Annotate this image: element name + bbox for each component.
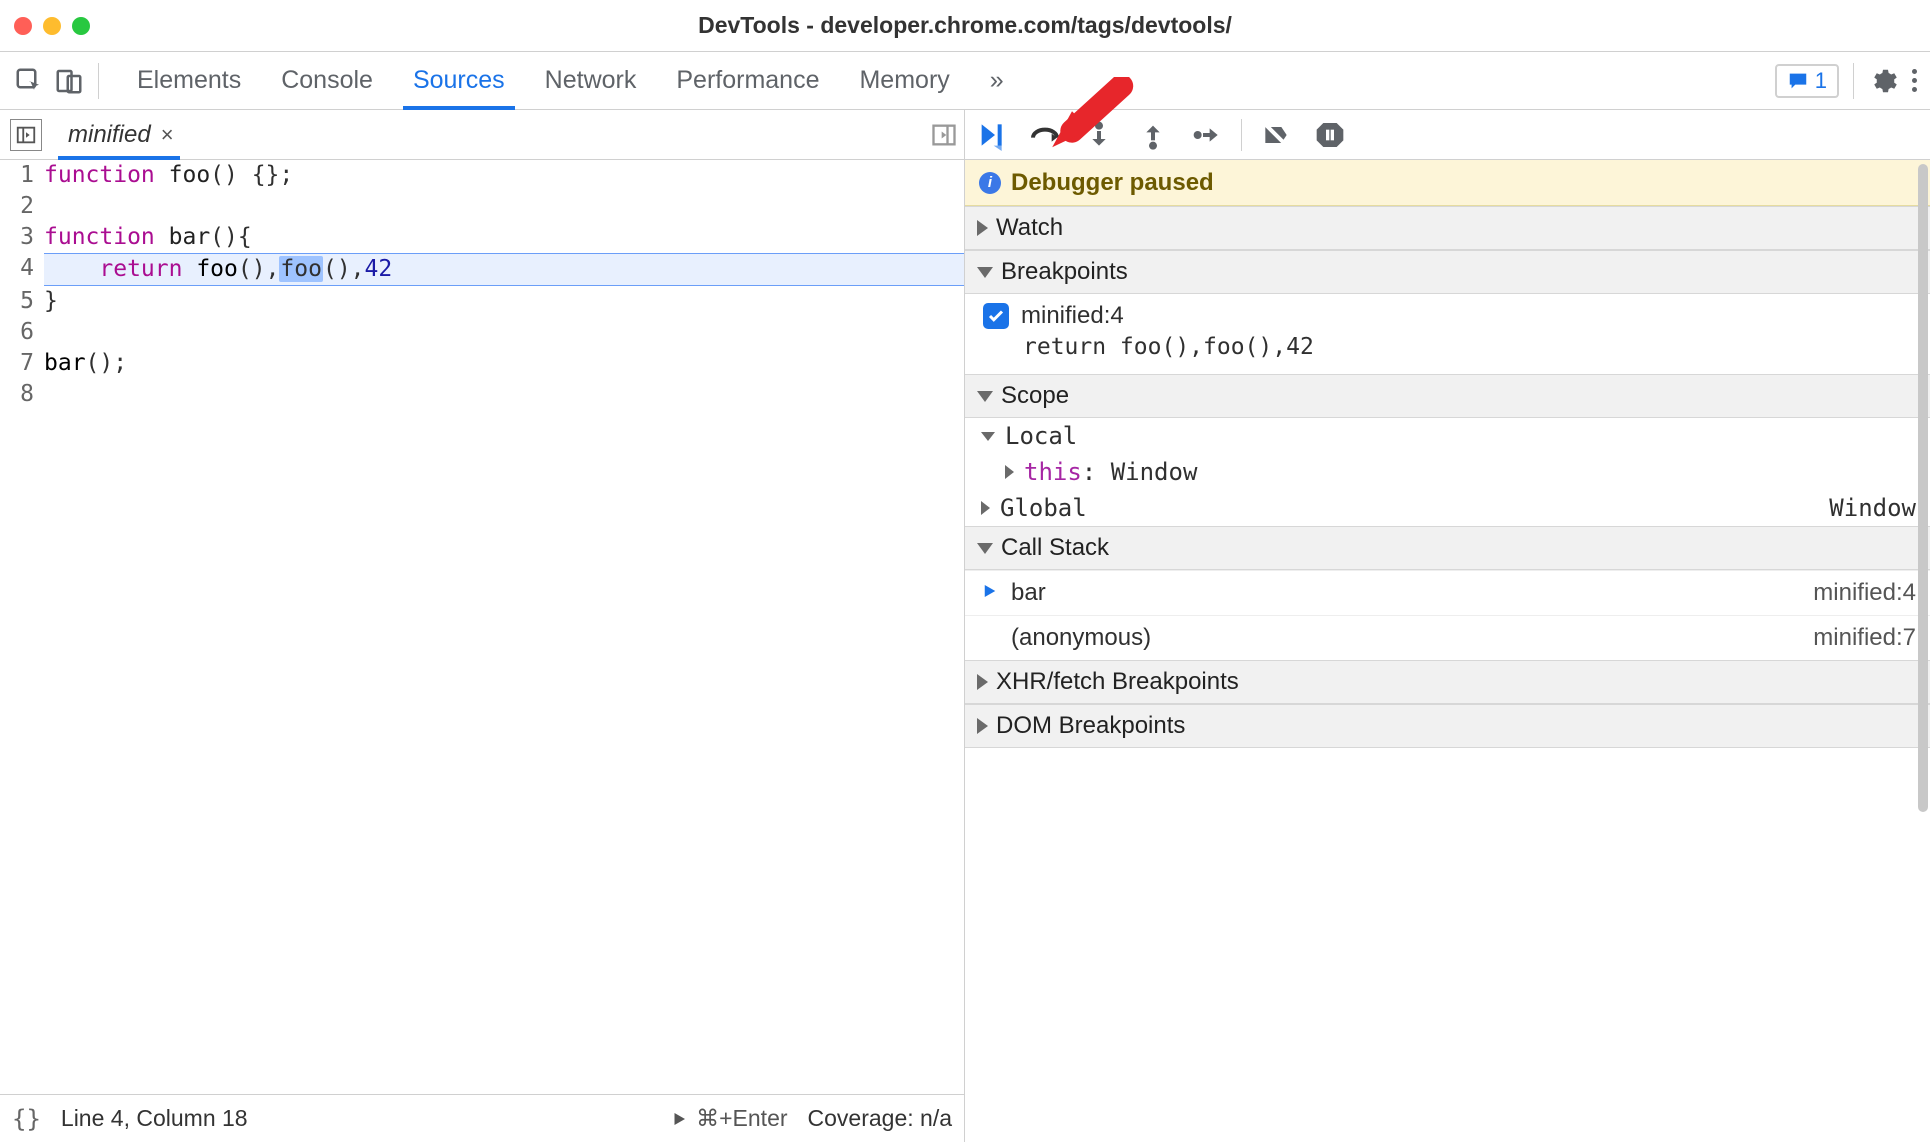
tab-network[interactable]: Network xyxy=(525,52,657,109)
watch-pane-header[interactable]: Watch xyxy=(965,206,1930,250)
resume-script-icon[interactable] xyxy=(975,119,1007,151)
scope-pane-body: Local this: Window Global Window xyxy=(965,418,1930,526)
file-tab-label: minified xyxy=(68,121,151,149)
separator xyxy=(1853,63,1854,99)
breakpoints-pane-header[interactable]: Breakpoints xyxy=(965,250,1930,294)
panel-tabs: Elements Console Sources Network Perform… xyxy=(117,52,1024,109)
xhr-title: XHR/fetch Breakpoints xyxy=(996,668,1239,696)
tab-console[interactable]: Console xyxy=(261,52,393,109)
run-play-icon[interactable]: ⌘+Enter xyxy=(670,1105,787,1132)
window-titlebar: DevTools - developer.chrome.com/tags/dev… xyxy=(0,0,1930,52)
main-area: minified × 1function foo() {};23function… xyxy=(0,110,1930,1142)
debugger-paused-banner: i Debugger paused xyxy=(965,160,1930,206)
breakpoint-code: return foo(),foo(),42 xyxy=(983,330,1916,366)
chevron-down-icon xyxy=(981,432,995,441)
more-menu-icon[interactable] xyxy=(1908,69,1920,92)
breakpoints-title: Breakpoints xyxy=(1001,258,1128,286)
editor-statusbar: {} Line 4, Column 18 ⌘+Enter Coverage: n… xyxy=(0,1094,964,1142)
callstack-frame[interactable]: (anonymous)minified:7 xyxy=(965,615,1930,660)
window-title: DevTools - developer.chrome.com/tags/dev… xyxy=(0,12,1930,39)
scope-title: Scope xyxy=(1001,382,1069,410)
scope-local-label: Local xyxy=(1005,422,1077,450)
traffic-lights xyxy=(14,17,90,35)
scrollbar[interactable] xyxy=(1916,160,1930,1142)
tab-performance[interactable]: Performance xyxy=(656,52,839,109)
navigator-toggle-icon[interactable] xyxy=(10,119,42,151)
scope-this-label: this xyxy=(1024,458,1082,486)
pause-on-exceptions-icon[interactable] xyxy=(1314,119,1346,151)
pretty-print-icon[interactable]: {} xyxy=(12,1105,41,1133)
debugger-panes: Watch Breakpoints minified:4 return foo(… xyxy=(965,206,1930,1142)
callstack-pane-body: barminified:4(anonymous)minified:7 xyxy=(965,570,1930,660)
deactivate-breakpoints-icon[interactable] xyxy=(1260,119,1292,151)
chevron-down-icon xyxy=(977,391,993,402)
info-icon: i xyxy=(979,172,1001,194)
debugger-column: i Debugger paused Watch Breakpoints mini… xyxy=(965,110,1930,1142)
scope-this-value: Window xyxy=(1111,458,1198,486)
coverage-label: Coverage: n/a xyxy=(808,1105,952,1132)
dom-title: DOM Breakpoints xyxy=(996,712,1185,740)
close-tab-icon[interactable]: × xyxy=(161,122,174,148)
callstack-pane-header[interactable]: Call Stack xyxy=(965,526,1930,570)
chevron-down-icon xyxy=(977,267,993,278)
chevron-right-icon xyxy=(977,674,988,690)
issues-button[interactable]: 1 xyxy=(1775,64,1839,98)
chevron-right-icon xyxy=(977,220,988,236)
callstack-frame[interactable]: barminified:4 xyxy=(965,570,1930,615)
chevron-down-icon xyxy=(977,543,993,554)
step-into-icon[interactable] xyxy=(1083,119,1115,151)
chevron-right-icon xyxy=(981,501,990,515)
scope-global-value: Window xyxy=(1829,494,1916,522)
issues-count: 1 xyxy=(1815,68,1827,94)
debugger-toolbar xyxy=(965,110,1930,160)
inspect-element-icon[interactable] xyxy=(14,66,44,96)
watch-title: Watch xyxy=(996,214,1063,242)
scope-global[interactable]: Global Window xyxy=(965,490,1930,526)
tab-elements[interactable]: Elements xyxy=(117,52,261,109)
callstack-title: Call Stack xyxy=(1001,534,1109,562)
minimize-window-button[interactable] xyxy=(43,17,61,35)
source-tabstrip: minified × xyxy=(0,110,964,160)
debugger-paused-label: Debugger paused xyxy=(1011,169,1214,197)
dom-breakpoints-header[interactable]: DOM Breakpoints xyxy=(965,704,1930,748)
run-hint: ⌘+Enter xyxy=(696,1105,787,1132)
separator xyxy=(1241,119,1242,151)
chevron-right-icon xyxy=(977,718,988,734)
scope-this[interactable]: this: Window xyxy=(965,454,1930,490)
step-out-icon[interactable] xyxy=(1137,119,1169,151)
run-snippet-icon[interactable] xyxy=(930,121,958,149)
breakpoint-item[interactable]: minified:4 return foo(),foo(),42 xyxy=(965,294,1930,374)
code-editor[interactable]: 1function foo() {};23function bar(){4 re… xyxy=(0,160,964,1094)
scope-pane-header[interactable]: Scope xyxy=(965,374,1930,418)
file-tab-minified[interactable]: minified × xyxy=(56,110,182,159)
separator xyxy=(98,63,99,99)
sources-column: minified × 1function foo() {};23function… xyxy=(0,110,965,1142)
close-window-button[interactable] xyxy=(14,17,32,35)
scope-global-label: Global xyxy=(1000,494,1087,522)
xhr-breakpoints-header[interactable]: XHR/fetch Breakpoints xyxy=(965,660,1930,704)
zoom-window-button[interactable] xyxy=(72,17,90,35)
tabs-overflow[interactable]: » xyxy=(970,52,1024,109)
breakpoint-label: minified:4 xyxy=(1021,302,1124,330)
step-over-icon[interactable] xyxy=(1029,119,1061,151)
tab-memory[interactable]: Memory xyxy=(839,52,969,109)
device-toggle-icon[interactable] xyxy=(54,66,84,96)
breakpoint-checkbox[interactable] xyxy=(983,303,1009,329)
chevron-right-icon xyxy=(1005,465,1014,479)
devtools-topbar: Elements Console Sources Network Perform… xyxy=(0,52,1930,110)
scope-local[interactable]: Local xyxy=(965,418,1930,454)
settings-icon[interactable] xyxy=(1868,66,1898,96)
step-icon[interactable] xyxy=(1191,119,1223,151)
cursor-position: Line 4, Column 18 xyxy=(61,1105,248,1132)
tab-sources[interactable]: Sources xyxy=(393,52,525,109)
breakpoints-pane-body: minified:4 return foo(),foo(),42 xyxy=(965,294,1930,374)
